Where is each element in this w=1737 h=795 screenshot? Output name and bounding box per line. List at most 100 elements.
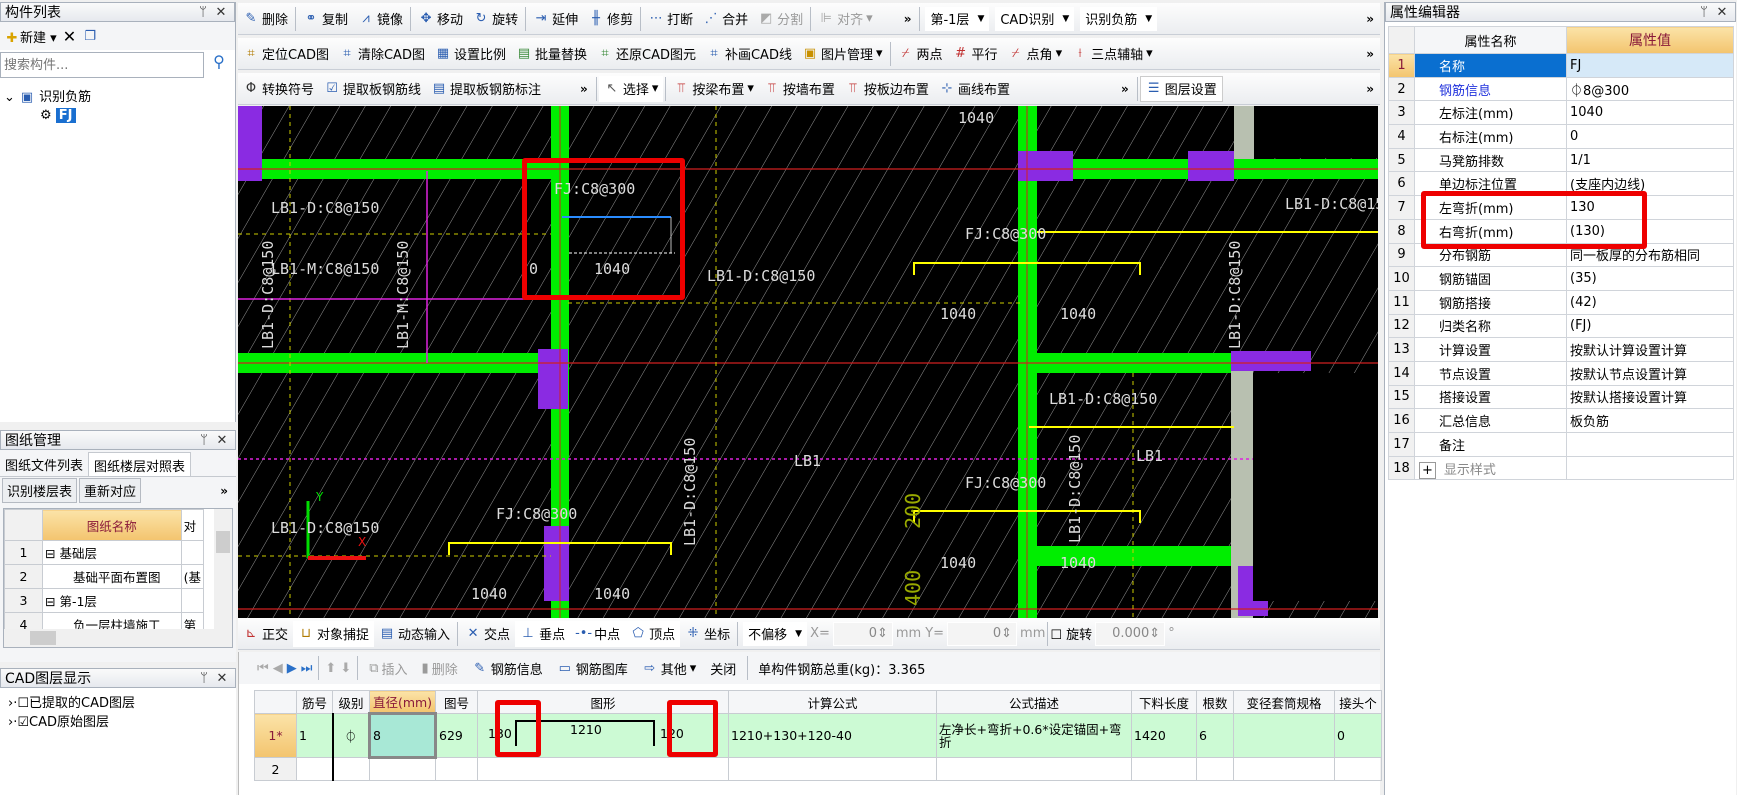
property-value[interactable]: 按默认计算设置计算: [1566, 337, 1734, 362]
component-type-select[interactable]: 识别负筋 ▼: [1080, 6, 1158, 31]
table-row[interactable]: 2 基础平面布置图 (基: [4, 564, 205, 589]
delete-row-button[interactable]: ▮ 删除: [417, 655, 463, 681]
tab-floor-mapping[interactable]: 图纸楼层对照表: [88, 452, 192, 476]
cad-drawing-canvas[interactable]: 1040FJ:C8@300LB1-D:C8@150LB1-M:C8@150 0 10…: [238, 106, 1378, 618]
tree-node[interactable]: ⌄ ▣ 识别负筋: [4, 86, 231, 108]
close-editor-button[interactable]: 关闭: [705, 655, 741, 681]
rebar-info-button[interactable]: ✎ 钢筋信息: [467, 655, 548, 681]
prev-record-icon[interactable]: ◀: [273, 661, 283, 676]
property-row[interactable]: 1 名称 FJ: [1388, 53, 1734, 78]
trim-button[interactable]: ╫ 修剪: [583, 6, 638, 32]
property-value[interactable]: (FJ): [1566, 313, 1734, 339]
object-snap-button[interactable]: ⊔ 对象捕捉: [293, 620, 375, 647]
property-value[interactable]: (42): [1566, 289, 1734, 315]
close-icon[interactable]: ✕: [213, 671, 231, 686]
last-record-icon[interactable]: ⏭: [301, 661, 313, 676]
close-icon[interactable]: ✕: [212, 5, 230, 20]
extract-rebar-line-button[interactable]: ☑ 提取板钢筋线: [319, 76, 426, 102]
identify-floor-table-button[interactable]: 识别楼层表: [2, 478, 78, 503]
by-wall-button[interactable]: ⫪ 按墙布置: [759, 76, 840, 102]
property-value[interactable]: 1/1: [1566, 147, 1734, 173]
extract-rebar-label-button[interactable]: ▤ 提取板钢筋标注: [426, 76, 546, 102]
property-value[interactable]: (35): [1566, 266, 1734, 291]
remap-button[interactable]: 重新对应: [79, 478, 142, 503]
property-row[interactable]: 18 + 显示样式: [1388, 455, 1734, 481]
property-row[interactable]: 3 左标注(mm) 1040: [1388, 100, 1734, 126]
property-row[interactable]: 16 汇总信息 板负筋: [1388, 408, 1734, 433]
vertical-scrollbar[interactable]: [214, 509, 232, 631]
property-value[interactable]: 1040: [1566, 100, 1734, 126]
property-row[interactable]: 2 钢筋信息 ⏀8@300: [1388, 76, 1734, 102]
more-icon[interactable]: »: [1360, 12, 1380, 26]
merge-button[interactable]: ⋰ 合并: [698, 6, 753, 32]
restore-cad-button[interactable]: ⌗ 还原CAD图元: [592, 41, 701, 67]
property-row[interactable]: 12 归类名称 (FJ): [1388, 313, 1734, 339]
table-row[interactable]: 3 ⊟ 第-1层: [4, 588, 205, 613]
copy-icon[interactable]: ❐: [82, 29, 98, 44]
three-point-axis-button[interactable]: ⟊ 三点辅轴 ▾: [1067, 41, 1158, 67]
insert-button[interactable]: ⧉ 插入: [364, 655, 412, 681]
new-button[interactable]: ✚ 新建 ▾: [4, 27, 57, 46]
property-row[interactable]: 10 钢筋锚固 (35): [1388, 266, 1734, 291]
point-angle-button[interactable]: ⌿ 点角 ▾: [1003, 41, 1068, 67]
two-point-axis-button[interactable]: ⌿ 两点: [893, 41, 948, 67]
table-row[interactable]: 1 ⊟ 基础层: [4, 540, 205, 565]
split-button[interactable]: ◩ 分割: [753, 6, 808, 32]
tab-drawing-files[interactable]: 图纸文件列表: [0, 452, 88, 476]
tree-node-selected[interactable]: ⚙ FJ: [4, 108, 231, 130]
property-row[interactable]: 15 搭接设置 按默认搭接设置计算: [1388, 384, 1734, 410]
first-record-icon[interactable]: ⏮: [257, 661, 269, 676]
dynamic-input-button[interactable]: ▤ 动态输入: [374, 621, 455, 647]
layer-settings-button[interactable]: ☰ 图层设置: [1139, 75, 1223, 102]
layer-original[interactable]: ›·☑CAD原始图层: [8, 711, 228, 730]
property-row[interactable]: 13 计算设置 按默认计算设置计算: [1388, 337, 1734, 362]
pin-icon[interactable]: ᛘ: [1695, 5, 1713, 20]
copy-button[interactable]: ⚭ 复制: [298, 6, 353, 32]
locate-cad-button[interactable]: ⌗ 定位CAD图: [238, 41, 334, 67]
close-icon[interactable]: ✕: [1713, 5, 1731, 20]
coordinate-snap[interactable]: ⁜ 坐标: [680, 621, 735, 647]
rebar-library-button[interactable]: ▭ 钢筋图库: [552, 655, 633, 681]
property-value[interactable]: [1566, 455, 1734, 481]
move-down-icon[interactable]: ⬇: [340, 661, 351, 676]
align-button[interactable]: ⊫ 对齐 ▾: [813, 6, 878, 32]
diameter-cell[interactable]: 8: [368, 712, 437, 759]
more-icon[interactable]: »: [898, 12, 918, 26]
next-record-icon[interactable]: ▶: [287, 661, 297, 676]
delete-button[interactable]: ✎ 删除: [238, 6, 293, 32]
property-value[interactable]: [1566, 432, 1734, 457]
property-row[interactable]: 17 备注: [1388, 432, 1734, 457]
offset-select[interactable]: 不偏移 ▼: [743, 621, 808, 646]
more-icon[interactable]: »: [1360, 82, 1380, 96]
more-icon[interactable]: »: [1115, 82, 1135, 96]
property-value[interactable]: 板负筋: [1566, 408, 1734, 433]
rotate-checkbox[interactable]: ☐ 旋转: [1050, 624, 1092, 643]
table-row[interactable]: 1* 1 ⏀ 8 629 130 1210 120 1210+130+120-4…: [254, 712, 1382, 759]
property-row[interactable]: 4 右标注(mm) 0: [1388, 124, 1734, 149]
property-value[interactable]: ⏀8@300: [1566, 76, 1734, 102]
clear-cad-button[interactable]: ⌗ 清除CAD图: [334, 41, 430, 67]
mode-select[interactable]: CAD识别 ▼: [995, 6, 1075, 31]
x-input[interactable]: 0 ⇕: [832, 621, 893, 646]
vertex-snap[interactable]: ⬠ 顶点: [625, 620, 681, 647]
draw-cad-line-button[interactable]: ⌗ 补画CAD线: [701, 41, 797, 67]
property-row[interactable]: 14 节点设置 按默认节点设置计算: [1388, 360, 1734, 386]
parallel-axis-button[interactable]: # 平行: [948, 41, 1003, 67]
property-row[interactable]: 5 马凳筋排数 1/1: [1388, 147, 1734, 173]
rotate-angle-input[interactable]: 0.000 ⇕: [1095, 621, 1166, 646]
property-value[interactable]: 按默认节点设置计算: [1566, 360, 1734, 386]
layer-extracted[interactable]: ›·☐已提取的CAD图层: [8, 692, 228, 711]
pin-icon[interactable]: ᛘ: [195, 433, 213, 448]
image-manage-button[interactable]: ▣ 图片管理 ▾: [797, 41, 888, 67]
horizontal-scrollbar[interactable]: [4, 629, 232, 647]
more-icon[interactable]: »: [214, 484, 234, 498]
by-beam-button[interactable]: ⫪ 按梁布置 ▾: [668, 76, 759, 102]
y-input[interactable]: 0 ⇕: [947, 621, 1018, 646]
convert-symbol-button[interactable]: Φ 转换符号: [238, 76, 319, 102]
floor-select[interactable]: 第-1层 ▼: [925, 6, 990, 31]
rotate-button[interactable]: ↻ 旋转: [468, 6, 523, 32]
expand-icon[interactable]: +: [1419, 461, 1436, 479]
ortho-button[interactable]: ⊾ 正交: [238, 621, 293, 647]
batch-replace-button[interactable]: ▤ 批量替换: [511, 41, 592, 67]
close-icon[interactable]: ✕: [213, 433, 231, 448]
